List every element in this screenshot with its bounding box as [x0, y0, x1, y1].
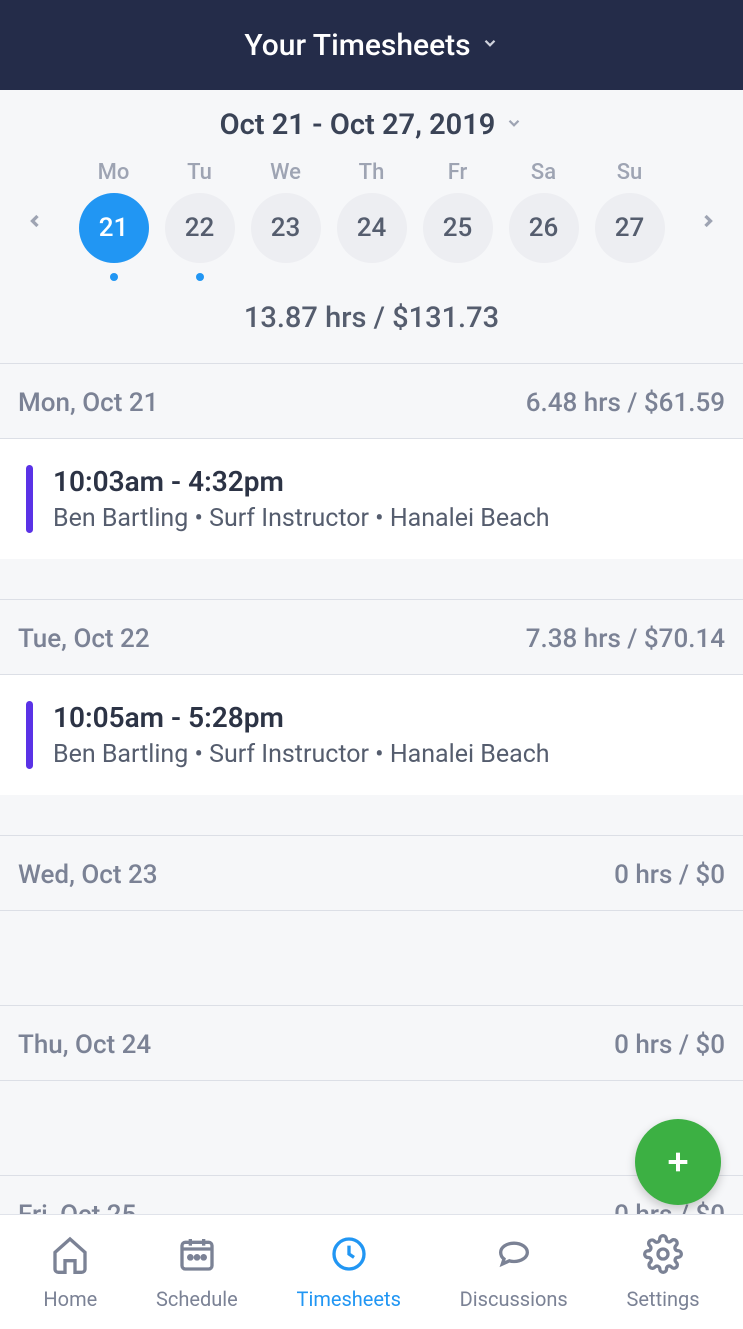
day-circle: 27 [595, 193, 665, 263]
timesheet-entry[interactable]: 10:05am - 5:28pm Ben Bartling • Surf Inst… [0, 675, 743, 795]
next-week-button[interactable] [683, 207, 733, 235]
entry-color-bar [26, 701, 33, 769]
entry-color-bar [26, 465, 33, 533]
tab-label: Home [43, 1287, 97, 1311]
day-header: Mon, Oct 21 6.48 hrs / $61.59 [0, 364, 743, 439]
home-icon [50, 1234, 90, 1279]
day-picker-we[interactable]: We 23 [251, 160, 321, 281]
tab-settings[interactable]: Settings [627, 1234, 700, 1311]
tab-discussions[interactable]: Discussions [460, 1234, 568, 1311]
day-picker-mo[interactable]: Mo 21 [79, 160, 149, 281]
tab-home[interactable]: Home [43, 1234, 97, 1311]
day-label: Mon, Oct 21 [18, 388, 158, 418]
day-circle: 26 [509, 193, 579, 263]
day-total: 0 hrs / $0 [614, 860, 725, 890]
day-picker-su[interactable]: Su 27 [595, 160, 665, 281]
day-label: Tue, Oct 22 [18, 624, 150, 654]
entry-detail: Ben Bartling • Surf Instructor • Hanalei… [53, 504, 725, 533]
tab-label: Settings [627, 1287, 700, 1311]
day-total: 6.48 hrs / $61.59 [526, 388, 725, 418]
day-abbr: Th [359, 160, 385, 185]
week-total-summary: 13.87 hrs / $131.73 [0, 301, 743, 364]
day-abbr: Sa [531, 160, 556, 185]
page-header[interactable]: Your Timesheets [0, 0, 743, 90]
day-header: Fri, Oct 250 hrs / $0 [0, 1175, 743, 1214]
entry-time-range: 10:03am - 4:32pm [53, 465, 725, 498]
chevron-down-icon [505, 113, 523, 137]
day-picker-fr[interactable]: Fr 25 [423, 160, 493, 281]
day-circle: 22 [165, 193, 235, 263]
day-total: 7.38 hrs / $70.14 [526, 624, 725, 654]
day-header: Tue, Oct 22 7.38 hrs / $70.14 [0, 599, 743, 675]
day-label: Fri, Oct 25 [18, 1200, 136, 1214]
day-picker-tu[interactable]: Tu 22 [165, 160, 235, 281]
day-abbr: Tu [187, 160, 212, 185]
chat-icon [494, 1234, 534, 1279]
day-abbr: Su [617, 160, 643, 185]
tab-timesheets[interactable]: Timesheets [297, 1234, 401, 1311]
bottom-tab-bar: Home Schedule Timesheets Discussions Set… [0, 1214, 743, 1329]
week-day-picker: Mo 21 Tu 22 We 23 Th 24 Fr 25 Sa 26 Su 27 [0, 160, 743, 301]
day-circle: 24 [337, 193, 407, 263]
chevron-down-icon [481, 33, 499, 57]
day-abbr: Mo [98, 160, 130, 185]
date-range-label: Oct 21 - Oct 27, 2019 [220, 108, 496, 142]
day-total: 0 hrs / $0 [614, 1030, 725, 1060]
day-label: Thu, Oct 24 [18, 1030, 151, 1060]
day-circle: 21 [79, 193, 149, 263]
entry-detail: Ben Bartling • Surf Instructor • Hanalei… [53, 740, 725, 769]
day-header: Wed, Oct 23 0 hrs / $0 [0, 835, 743, 911]
timesheet-entry[interactable]: 10:03am - 4:32pm Ben Bartling • Surf Inst… [0, 439, 743, 559]
clock-icon [329, 1234, 369, 1279]
day-picker-sa[interactable]: Sa 26 [509, 160, 579, 281]
gear-icon [643, 1234, 683, 1279]
tab-label: Timesheets [297, 1287, 401, 1311]
page-title: Your Timesheets [244, 28, 470, 63]
entry-time-range: 10:05am - 5:28pm [53, 701, 725, 734]
timesheet-scroll[interactable]: Oct 21 - Oct 27, 2019 Mo21Tu22We23Th24Fr… [0, 90, 743, 1214]
day-circle: 23 [251, 193, 321, 263]
calendar-icon [177, 1234, 217, 1279]
day-abbr: We [270, 160, 301, 185]
prev-week-button[interactable] [10, 207, 60, 235]
tab-label: Schedule [156, 1287, 238, 1311]
activity-dot-icon [196, 273, 204, 281]
tab-schedule[interactable]: Schedule [156, 1234, 238, 1311]
add-entry-button[interactable] [635, 1119, 721, 1205]
day-abbr: Fr [448, 160, 468, 185]
tab-label: Discussions [460, 1287, 568, 1311]
day-header: Thu, Oct 24 0 hrs / $0 [0, 1005, 743, 1081]
day-picker-th[interactable]: Th 24 [337, 160, 407, 281]
date-range-selector[interactable]: Oct 21 - Oct 27, 2019 [0, 90, 743, 160]
day-label: Wed, Oct 23 [18, 860, 158, 890]
activity-dot-icon [110, 273, 118, 281]
day-circle: 25 [423, 193, 493, 263]
